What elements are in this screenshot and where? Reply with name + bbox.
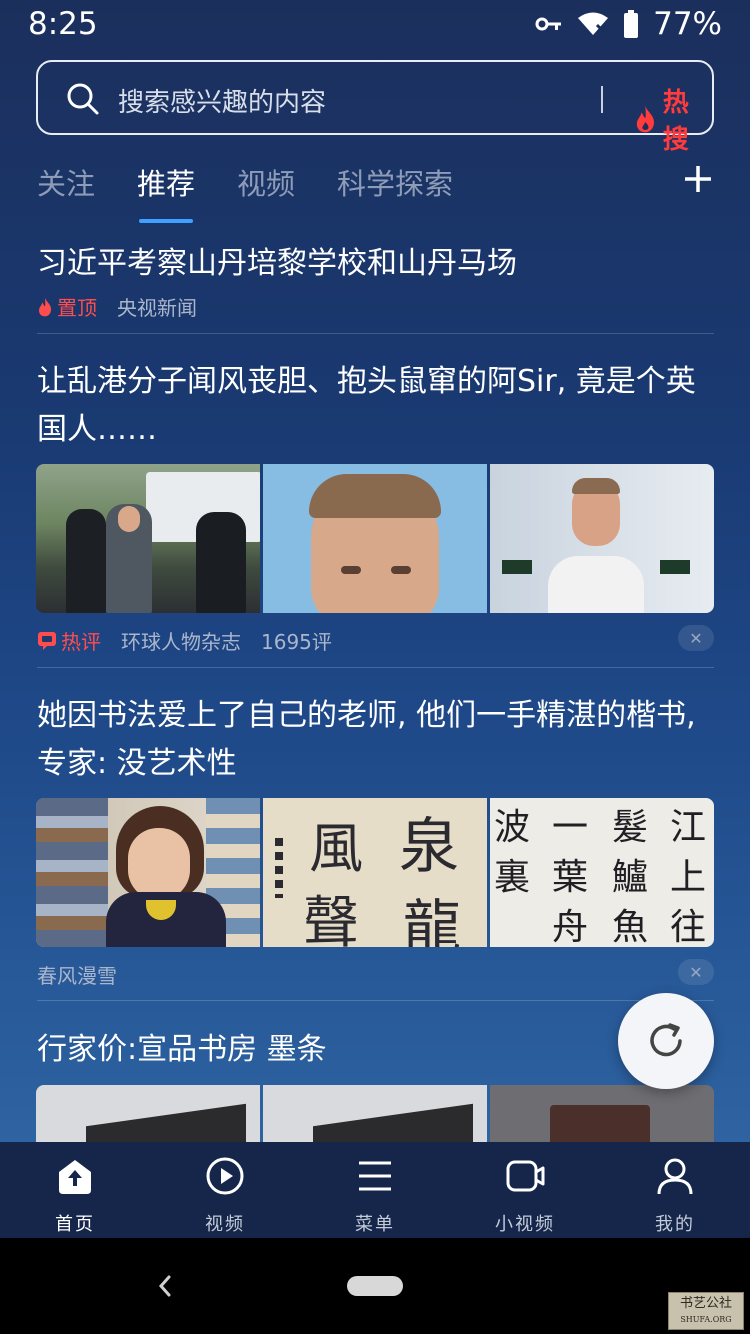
feed-item-title[interactable]: 习近平考察山丹培黎学校和山丹马场 [37, 240, 713, 288]
calligraphy-char: 江 [670, 807, 707, 848]
nav-label: 菜单 [355, 1214, 395, 1235]
calligraphy-char: 鱸 [612, 857, 649, 898]
hot-comment-tag: 热评 [37, 626, 101, 655]
photo-woman-bookshelf [36, 798, 260, 947]
status-icons: 77% [535, 6, 722, 42]
calligraphy-scroll-1: 風 泉 聲 龍 [263, 798, 487, 947]
feed-item-title[interactable]: 行家价:宣品书房 墨条 [37, 1026, 713, 1074]
comment-icon [38, 631, 56, 650]
calligraphy-char: 泉 [399, 812, 459, 882]
calligraphy-char: 舟 [552, 907, 589, 947]
calligraphy-char: 風 [309, 817, 363, 880]
hot-search-button[interactable]: 热搜 [634, 82, 712, 156]
calligraphy-char: 上 [670, 857, 707, 898]
play-icon [206, 1157, 244, 1195]
calligraphy-char: 葉 [552, 857, 589, 898]
key-icon [535, 17, 562, 31]
calligraphy-char: 波 [494, 807, 531, 848]
search-bar[interactable]: 搜索感兴趣的内容 热搜 [36, 60, 714, 155]
calligraphy-char: 龍 [403, 893, 462, 947]
app-screen: 8:25 77% 搜索感兴趣的内容 热搜 关注 推荐 视频 科学探索 习近平考察… [0, 0, 750, 1238]
home-pill[interactable] [347, 1276, 403, 1296]
divider [37, 1000, 714, 1001]
search-icon [67, 83, 99, 115]
camera-icon [506, 1160, 545, 1192]
nav-menu[interactable]: 菜单 [300, 1142, 450, 1238]
feed-item-meta: 热评 环球人物杂志 1695评 [37, 626, 332, 655]
photo-inkstick-3 [490, 1085, 714, 1145]
photo-inkstick-1 [36, 1085, 260, 1145]
dismiss-icon[interactable]: ✕ [678, 625, 714, 651]
pinned-label: 置顶 [57, 296, 97, 320]
watermark-url: SHUFA.ORG [680, 1315, 732, 1324]
calligraphy-char: 一 [552, 807, 589, 848]
nav-label: 首页 [55, 1214, 95, 1235]
add-channel-icon[interactable] [682, 163, 714, 195]
pinned-tag: 置顶 [37, 292, 97, 321]
feed-source: 央视新闻 [117, 296, 197, 320]
channel-tabs: 关注 推荐 视频 科学探索 [0, 155, 750, 225]
nav-label: 视频 [205, 1214, 245, 1235]
feed-item-title[interactable]: 让乱港分子闻风丧胆、抱头鼠窜的阿Sir, 竟是个英国人…… [37, 358, 713, 454]
search-placeholder[interactable]: 搜索感兴趣的内容 [118, 82, 326, 119]
calligraphy-char: 聲 [303, 891, 359, 947]
divider [37, 667, 714, 668]
refresh-button[interactable] [618, 993, 714, 1089]
hot-comment-label: 热评 [61, 630, 101, 654]
feed-item-meta: 春风漫雪 [37, 960, 117, 989]
battery-percent: 77% [653, 6, 722, 42]
comment-count: 1695评 [261, 630, 332, 654]
back-icon[interactable] [155, 1274, 175, 1298]
refresh-icon [650, 1023, 682, 1057]
feed-item-meta: 置顶 央视新闻 [37, 292, 197, 321]
calligraphy-char: 裏 [494, 857, 531, 898]
feed-item-title[interactable]: 她因书法爱上了自己的老师, 他们一手精湛的楷书, 专家: 没艺术性 [37, 692, 713, 788]
battery-icon [624, 10, 639, 38]
status-time: 8:25 [28, 6, 98, 42]
bottom-navigation: 首页 视频 菜单 小视频 我的 [0, 1142, 750, 1238]
nav-label: 小视频 [495, 1214, 555, 1235]
profile-icon [657, 1158, 693, 1195]
divider [37, 333, 714, 334]
hot-search-label: 热搜 [662, 88, 689, 155]
wifi-icon [578, 12, 609, 35]
flame-icon [39, 297, 52, 316]
home-icon [59, 1160, 91, 1194]
nav-video[interactable]: 视频 [150, 1142, 300, 1238]
status-bar: 8:25 77% [0, 0, 750, 50]
photo-police-street [36, 464, 260, 613]
search-divider [601, 86, 603, 113]
menu-icon [359, 1161, 391, 1191]
photo-inkstick-2 [263, 1085, 487, 1145]
dismiss-icon[interactable]: ✕ [678, 959, 714, 985]
feed-image-row[interactable] [36, 464, 714, 613]
calligraphy-scroll-2: 波 一 髮 江 裏 葉 鱸 上 舟 魚 往 [490, 798, 714, 947]
feed-image-row[interactable]: 風 泉 聲 龍 波 一 髮 江 裏 葉 鱸 上 舟 魚 往 [36, 798, 714, 947]
tab-science[interactable]: 科学探索 [337, 161, 453, 203]
feed-source: 环球人物杂志 [121, 630, 241, 654]
feed-source: 春风漫雪 [37, 964, 117, 988]
feed-image-row[interactable] [36, 1085, 714, 1145]
watermark-text: 书艺公社 [679, 1296, 732, 1311]
calligraphy-char: 往 [670, 907, 707, 947]
tab-follow[interactable]: 关注 [37, 161, 95, 203]
nav-home[interactable]: 首页 [0, 1142, 150, 1238]
nav-profile[interactable]: 我的 [600, 1142, 750, 1238]
active-tab-indicator [139, 219, 193, 223]
calligraphy-char: 髮 [612, 807, 649, 848]
calligraphy-char: 魚 [612, 907, 649, 947]
nav-label: 我的 [655, 1214, 695, 1235]
watermark-logo: 书艺公社 SHUFA.ORG [668, 1292, 744, 1330]
tab-recommend[interactable]: 推荐 [137, 161, 195, 203]
tab-video[interactable]: 视频 [237, 161, 295, 203]
flame-icon [636, 105, 654, 133]
photo-officer-press [490, 464, 714, 613]
nav-short-video[interactable]: 小视频 [450, 1142, 600, 1238]
photo-portrait [263, 464, 487, 613]
